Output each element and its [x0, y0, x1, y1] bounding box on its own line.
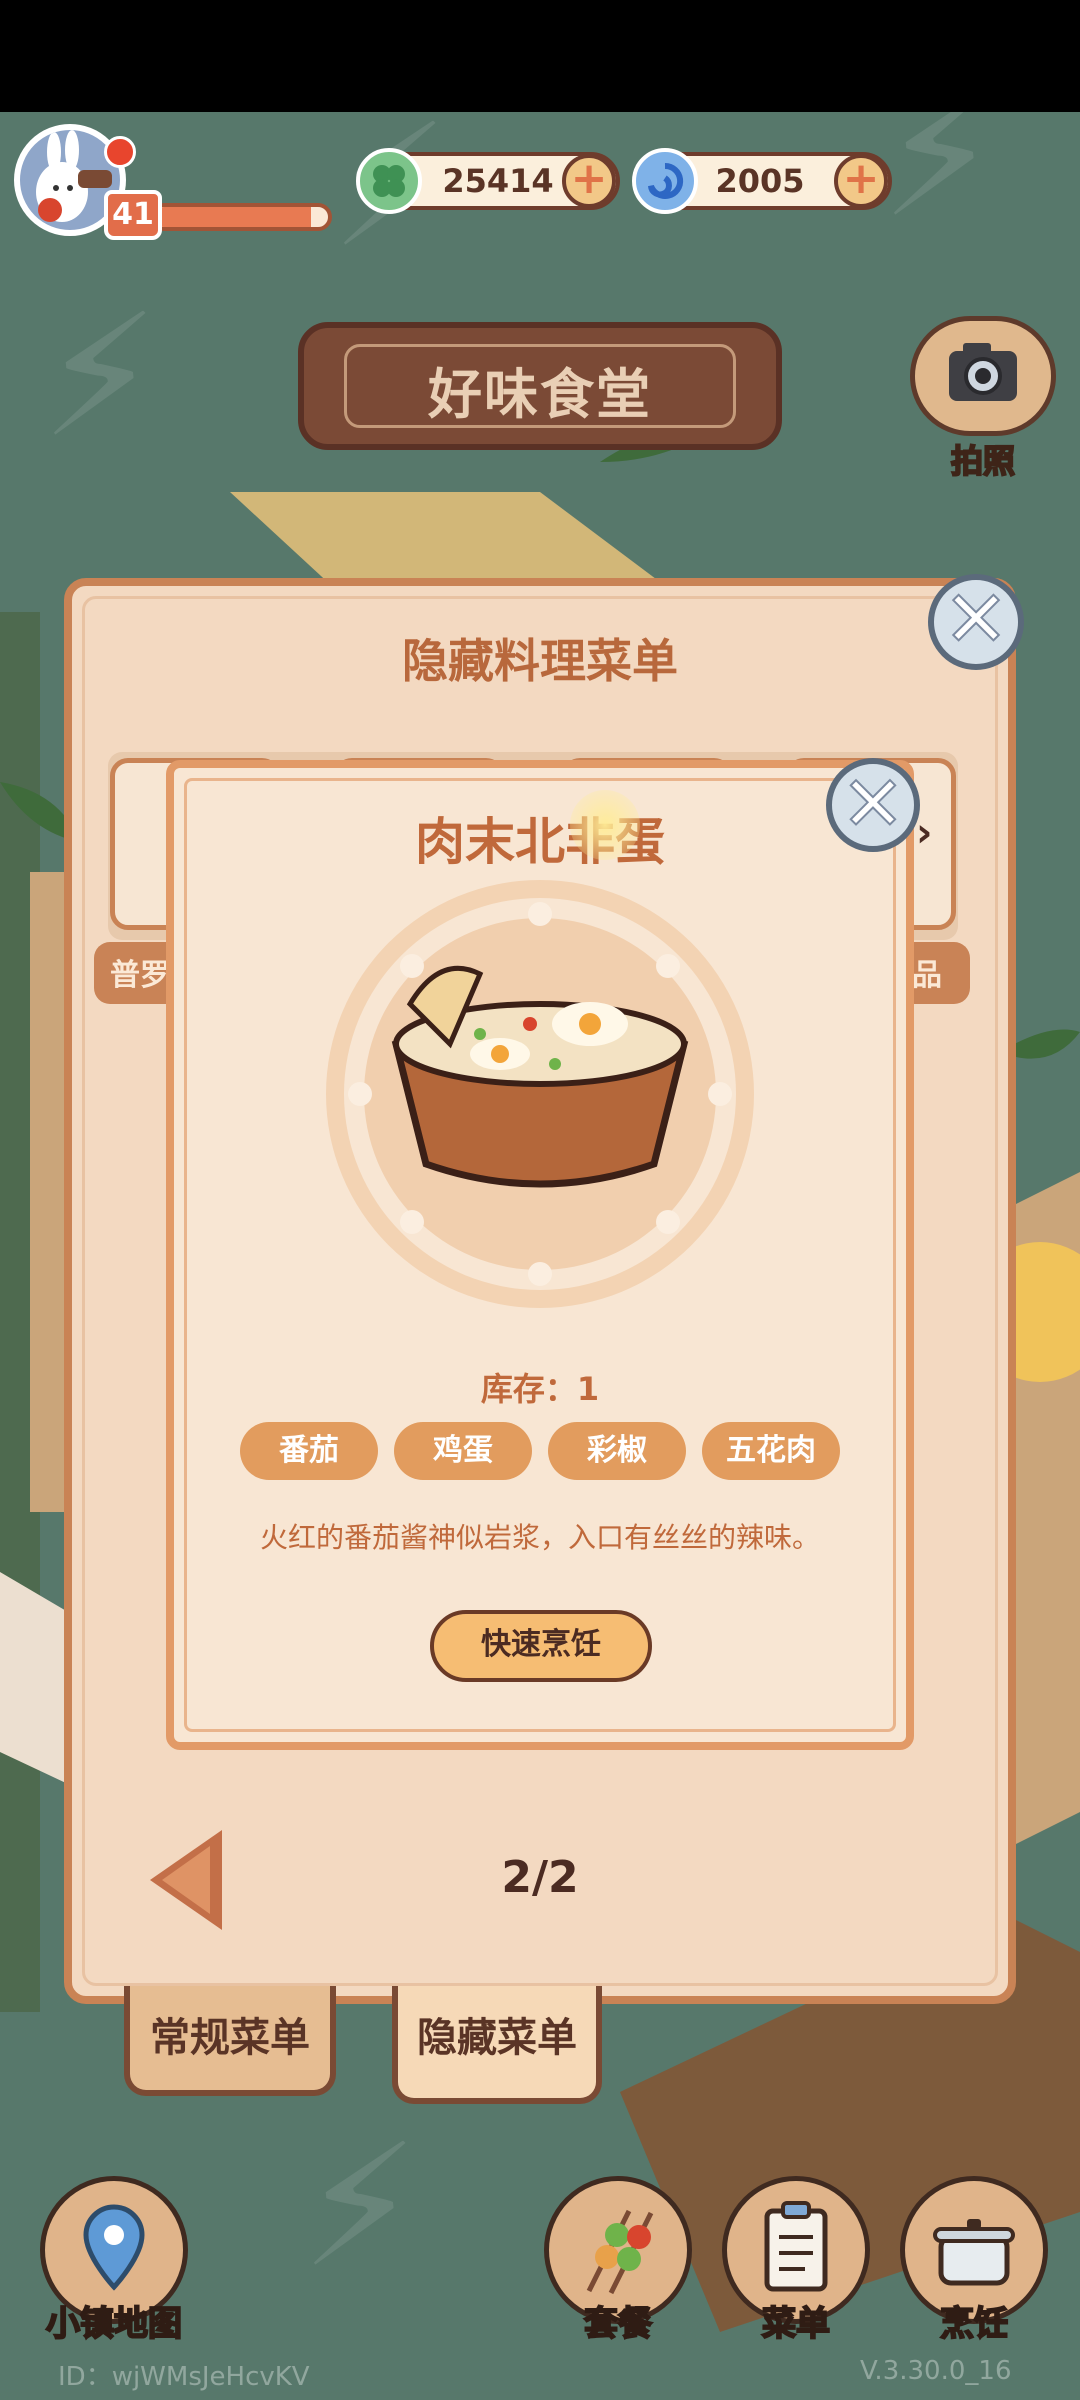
panel-close-button[interactable]: ✕ — [928, 574, 1024, 670]
ingredient-chip: 彩椒 — [548, 1422, 686, 1480]
set-meal-label: 套餐 — [583, 2303, 653, 2345]
doily-plate-decoration — [326, 880, 754, 1308]
cook-label: 烹饪 — [939, 2303, 1009, 2345]
camera-button[interactable] — [910, 316, 1056, 436]
popup-close-button[interactable]: ✕ — [826, 758, 920, 852]
dish-description: 火红的番茄酱神似岩浆，入口有丝丝的辣味。 — [259, 1521, 820, 1554]
camera-icon — [949, 343, 1017, 401]
tab-hidden-menu[interactable]: 隐藏菜单 — [392, 1986, 602, 2104]
stock-count: 库存：1 — [480, 1370, 600, 1408]
sparkle-icon — [570, 790, 640, 860]
dish-card-name: 普罗 — [110, 958, 170, 993]
ingredient-chip: 五花肉 — [702, 1422, 840, 1480]
tab-regular-menu[interactable]: 常规菜单 — [124, 1986, 336, 2096]
bolt-pattern-icon: ⚡ — [880, 112, 1000, 256]
add-clover-button[interactable]: + — [562, 154, 616, 208]
page-indicator: 2/2 — [501, 1852, 579, 1903]
clover-currency-value: 25414 — [442, 162, 554, 200]
ingredient-chip: 番茄 — [240, 1422, 378, 1480]
quick-cook-button[interactable]: 快速烹饪 — [430, 1610, 652, 1682]
user-id-text: ID：wjWMsJeHcvKV — [58, 2362, 310, 2392]
restaurant-title: 好味食堂 — [428, 363, 652, 426]
menu-label: 菜单 — [761, 2303, 831, 2345]
add-swirl-button[interactable]: + — [834, 154, 888, 208]
town-map-label: 小镇地图 — [45, 2303, 183, 2345]
dish-name: 肉末北非蛋 — [415, 813, 665, 871]
camera-label: 拍照 — [950, 441, 1016, 481]
clover-coin-icon — [356, 148, 422, 214]
version-text: V.3.30.0_16 — [860, 2356, 1012, 2386]
ingredient-chip: 鸡蛋 — [394, 1422, 532, 1480]
xp-progress-bar — [150, 203, 332, 231]
dish-card-name: 品 — [912, 958, 942, 993]
restaurant-name-plaque: 好味食堂 — [298, 322, 782, 450]
previous-page-arrow-highlight — [162, 1846, 210, 1914]
xp-progress-fill — [154, 207, 311, 227]
panel-title: 隐藏料理菜单 — [402, 634, 678, 688]
level-badge: 41 — [104, 190, 162, 240]
swirl-currency-value: 2005 — [715, 162, 805, 200]
notification-dot — [104, 136, 136, 168]
swirl-gem-icon — [632, 148, 698, 214]
